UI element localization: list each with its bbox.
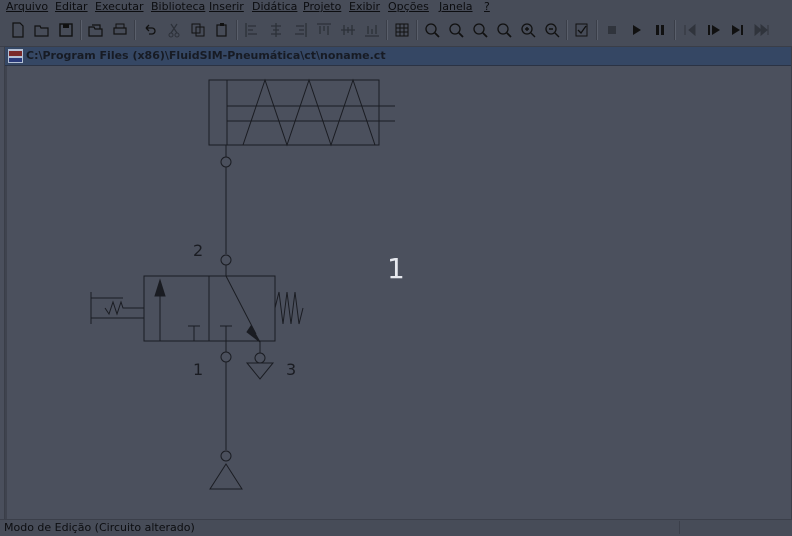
menu-executar[interactable]: Executar: [95, 0, 144, 13]
menu-biblioteca[interactable]: Biblioteca: [151, 0, 205, 13]
align-left-icon[interactable]: [241, 19, 263, 41]
menu-exibir[interactable]: Exibir: [349, 0, 380, 13]
circuit-canvas[interactable]: 2 1 3 1: [5, 66, 792, 519]
pause-icon[interactable]: [649, 19, 671, 41]
valve-3-2-symbol: [90, 275, 304, 343]
menu-janela[interactable]: Janela: [439, 0, 473, 13]
undo-icon[interactable]: [139, 19, 161, 41]
step-end-icon[interactable]: [727, 19, 749, 41]
play-icon[interactable]: [625, 19, 647, 41]
check-icon[interactable]: [571, 19, 593, 41]
port-connector-2: [220, 254, 232, 266]
pressure-source-symbol: [209, 463, 243, 490]
zoom-in-icon[interactable]: [517, 19, 539, 41]
copy-icon[interactable]: [187, 19, 209, 41]
cylinder-symbol: [208, 78, 395, 147]
document-icon: [8, 49, 23, 63]
stop-icon[interactable]: [601, 19, 623, 41]
document-titlebar[interactable]: C:\Program Files (x86)\FluidSIM-Pneumáti…: [5, 47, 791, 66]
new-icon[interactable]: [7, 19, 29, 41]
step-icon[interactable]: [703, 19, 725, 41]
menu-projeto[interactable]: Projeto: [303, 0, 341, 13]
zoom-all-icon[interactable]: [469, 19, 491, 41]
zoom-out-icon[interactable]: [541, 19, 563, 41]
document-title: C:\Program Files (x86)\FluidSIM-Pneumáti…: [26, 49, 386, 62]
align-center-icon[interactable]: [265, 19, 287, 41]
status-message: Modo de Edição (Circuito alterado): [4, 521, 195, 534]
reset-icon[interactable]: [679, 19, 701, 41]
align-bottom-icon[interactable]: [361, 19, 383, 41]
cut-icon[interactable]: [163, 19, 185, 41]
align-right-icon[interactable]: [289, 19, 311, 41]
menu-bar: Arquivo Editar Executar Biblioteca Inser…: [0, 0, 792, 13]
port-label-2: 2: [193, 241, 203, 260]
circuit-diagram: 2 1 3 1: [90, 78, 405, 490]
exhaust-symbol: [245, 362, 275, 380]
port-connector-top: [220, 156, 232, 168]
align-middle-icon[interactable]: [337, 19, 359, 41]
menu-inserir[interactable]: Inserir: [209, 0, 244, 13]
save-icon[interactable]: [55, 19, 77, 41]
grid-icon[interactable]: [391, 19, 413, 41]
menu-didatica[interactable]: Didática: [252, 0, 297, 13]
port-label-1: 1: [193, 360, 203, 379]
paste-icon[interactable]: [211, 19, 233, 41]
document-window: C:\Program Files (x86)\FluidSIM-Pneumáti…: [4, 46, 792, 520]
component-label: 1: [387, 252, 405, 285]
zoom-window-icon[interactable]: [493, 19, 515, 41]
menu-editar[interactable]: Editar: [55, 0, 88, 13]
zoom-fit-icon[interactable]: [445, 19, 467, 41]
fast-forward-icon[interactable]: [751, 19, 773, 41]
align-top-icon[interactable]: [313, 19, 335, 41]
port-connector-3: [254, 352, 266, 364]
menu-help[interactable]: ?: [484, 0, 490, 13]
open-folder-icon[interactable]: [85, 19, 107, 41]
open-icon[interactable]: [31, 19, 53, 41]
menu-opcoes[interactable]: Opções: [388, 0, 429, 13]
status-bar: Modo de Edição (Circuito alterado): [0, 519, 792, 536]
toolbar: [0, 13, 792, 47]
print-icon[interactable]: [109, 19, 131, 41]
status-panel: [679, 521, 790, 534]
port-connector-1: [220, 351, 232, 363]
menu-arquivo[interactable]: Arquivo: [6, 0, 48, 13]
port-label-3: 3: [286, 360, 296, 379]
zoom-1-1-icon[interactable]: [421, 19, 443, 41]
port-connector-supply: [220, 450, 232, 462]
